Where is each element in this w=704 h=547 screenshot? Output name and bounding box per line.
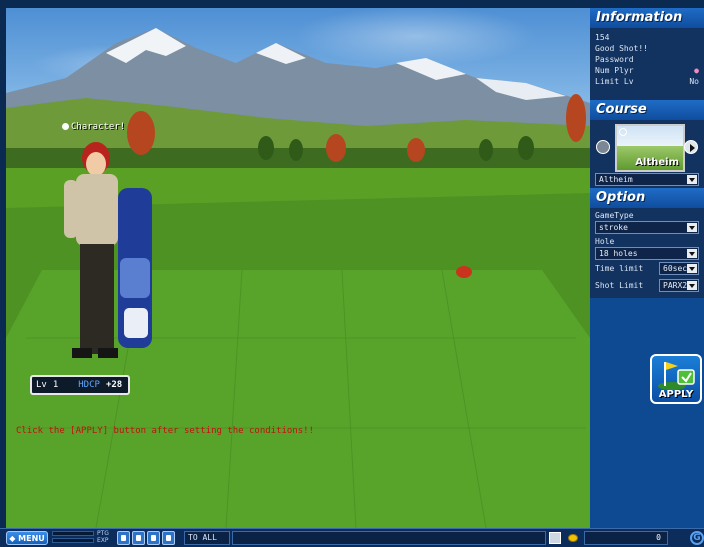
hole-value: 18 holes <box>599 249 638 258</box>
exp-label: EXP <box>97 537 109 544</box>
time-limit-dropdown[interactable]: 60sec <box>659 262 699 275</box>
gametype-label: GameType <box>595 211 634 220</box>
option-box: GameType stroke Hole 18 holes Time limit… <box>590 208 704 298</box>
menu-button-label: MENU <box>18 534 45 543</box>
apply-button-label: APPLY <box>658 389 694 400</box>
course-ring-icon <box>619 128 627 136</box>
chevron-down-icon[interactable] <box>687 249 697 258</box>
shot-limit-dropdown[interactable]: PARX2 <box>659 279 699 292</box>
gametype-dropdown[interactable]: stroke <box>595 221 699 234</box>
room-settings-panel: Information 154 Good Shot!! Password Num… <box>590 8 704 528</box>
window-icon[interactable] <box>549 532 561 544</box>
limit-level-label: Limit Lv <box>595 77 634 86</box>
level-value: 1 <box>52 380 59 390</box>
time-limit-label: Time limit <box>595 264 644 273</box>
num-players-label: Num Plyr <box>595 66 634 75</box>
pang-amount: 0 <box>584 531 668 545</box>
hole-label: Hole <box>595 237 615 246</box>
room-number: 154 <box>595 33 610 42</box>
course-thumbnail-name: Altheim <box>635 157 679 168</box>
apply-button[interactable]: APPLY <box>650 354 702 404</box>
room-name: Good Shot!! <box>595 44 648 53</box>
g-icon[interactable]: G <box>690 531 704 545</box>
hdcp-value: +28 <box>105 380 123 390</box>
time-limit-row: Time limit 60sec <box>590 260 704 277</box>
prev-course-button[interactable] <box>596 140 610 154</box>
chat-target-selector[interactable]: TO ALL <box>184 531 230 545</box>
bottom-toolbar: ◆ MENU PTG EXP TO ALL 0 G <box>0 528 704 547</box>
pang-coin-icon <box>568 534 578 542</box>
num-players-row: Num Plyr ● <box>595 65 699 76</box>
profile-icon[interactable] <box>117 531 130 545</box>
golf-scene-viewport: Character! Lv 1 HDCP +28 Click the [APPL… <box>6 8 590 528</box>
exp-gauge <box>52 538 94 543</box>
ptg-label: PTG <box>97 530 109 537</box>
player-icon: ● <box>694 66 699 75</box>
information-box: 154 Good Shot!! Password Num Plyr ● Limi… <box>590 28 704 100</box>
limit-level-row: Limit Lv No <box>595 76 699 87</box>
shop-icon[interactable] <box>162 531 175 545</box>
information-header: Information <box>590 8 704 28</box>
option-header: Option <box>590 188 704 208</box>
limit-level-value: No <box>689 77 699 86</box>
chevron-down-icon[interactable] <box>687 223 697 232</box>
gametype-value: stroke <box>599 223 628 232</box>
ptg-exp-gauges: PTG EXP <box>52 530 112 545</box>
chevron-down-icon[interactable] <box>687 281 697 290</box>
chevron-down-icon[interactable] <box>687 264 697 273</box>
course-background <box>6 28 590 528</box>
level-handicap-box: Lv 1 HDCP +28 <box>30 375 130 395</box>
course-dropdown-value: Altheim <box>599 175 633 184</box>
course-selector: Altheim Altheim <box>590 120 704 188</box>
course-thumbnail: Altheim <box>615 124 685 172</box>
password-label: Password <box>595 55 634 64</box>
character-marker-icon <box>62 123 69 130</box>
time-limit-value: 60sec <box>663 264 688 273</box>
level-label: Lv <box>36 380 47 390</box>
ptg-gauge <box>52 531 94 536</box>
course-dropdown[interactable]: Altheim <box>595 173 699 186</box>
chevron-down-icon[interactable] <box>687 175 697 184</box>
password-row: Password <box>595 54 699 65</box>
hdcp-label: HDCP <box>78 380 100 390</box>
chat-input[interactable] <box>232 531 546 545</box>
menu-button[interactable]: ◆ MENU <box>6 531 48 545</box>
shot-limit-label: Shot Limit <box>595 281 644 290</box>
character-label[interactable]: Character! <box>62 122 125 132</box>
flag-check-icon <box>658 362 695 390</box>
shot-limit-value: PARX2 <box>663 281 688 290</box>
next-course-button[interactable] <box>684 140 698 154</box>
shot-limit-row: Shot Limit PARX2 <box>590 277 704 294</box>
apply-hint-message: Click the [APPLY] button after setting t… <box>16 426 315 436</box>
hole-dropdown[interactable]: 18 holes <box>595 247 699 260</box>
inventory-icon[interactable] <box>132 531 145 545</box>
friends-icon[interactable] <box>147 531 160 545</box>
course-header: Course <box>590 100 704 120</box>
